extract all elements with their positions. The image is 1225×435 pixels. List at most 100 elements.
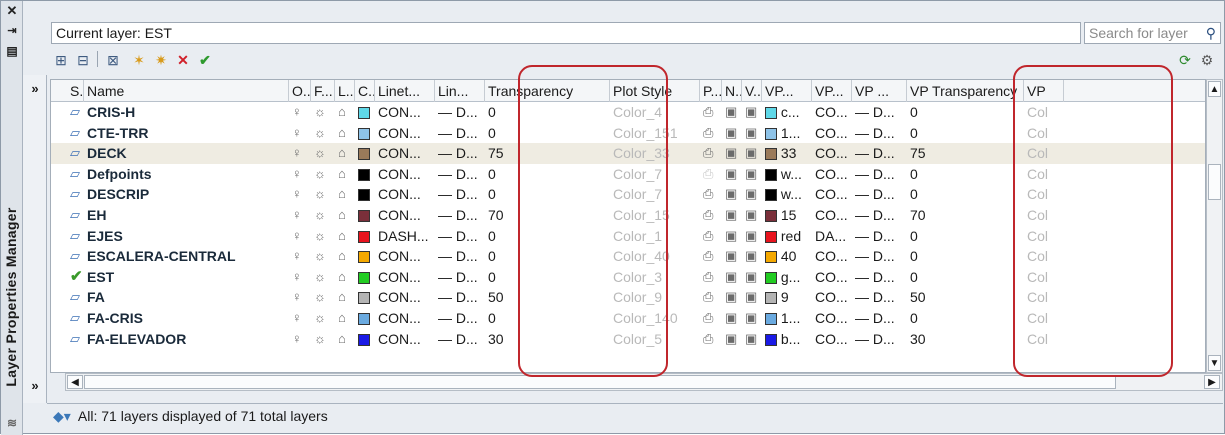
unlock-icon[interactable]: ⌂ [338,205,355,225]
new-vp-freeze-icon[interactable]: ▣ [725,164,742,184]
vp-lineweight-cell[interactable]: — D... [855,287,907,307]
plot-icon[interactable]: ⎙ [703,143,722,163]
layer-states-manager-icon[interactable]: ⊠ [103,50,123,70]
vp-color-cell[interactable]: red [765,226,812,246]
vp-linetype-cell[interactable]: CO... [815,287,852,307]
new-vp-freeze-icon[interactable]: ▣ [725,184,742,204]
linetype-cell[interactable]: CON... [378,164,435,184]
vp-transparency-cell[interactable]: 70 [910,205,1024,225]
column-header-color[interactable]: C... [355,80,375,102]
sun-icon[interactable]: ☼ [314,143,335,163]
color-swatch-box[interactable] [358,292,370,305]
column-header-linetype[interactable]: Linet... [375,80,435,102]
vp-transparency-cell[interactable]: 0 [910,267,1024,287]
layer-name[interactable]: Defpoints [87,164,289,184]
linetype-cell[interactable]: CON... [378,246,435,266]
color-swatch[interactable] [358,226,375,246]
lineweight-cell[interactable]: — D... [438,143,485,163]
light-bulb-icon[interactable]: ♀ [292,123,311,143]
light-bulb-icon[interactable]: ♀ [292,329,311,349]
layer-status-icon[interactable]: ▱ [70,226,84,246]
vp-color-swatch-box[interactable] [765,313,777,325]
new-group-filter-icon[interactable]: ⊟ [73,50,93,70]
layer-status-icon[interactable]: ▱ [70,205,84,225]
layer-status-icon[interactable]: ▱ [70,308,84,328]
vp-transparency-cell[interactable]: 0 [910,164,1024,184]
linetype-cell[interactable]: CON... [378,102,435,122]
linetype-cell[interactable]: CON... [378,184,435,204]
vp-linetype-cell[interactable]: CO... [815,267,852,287]
sun-icon[interactable]: ☼ [314,267,335,287]
linetype-cell[interactable]: CON... [378,123,435,143]
lineweight-cell[interactable]: — D... [438,184,485,204]
linetype-cell[interactable]: CON... [378,308,435,328]
sun-icon[interactable]: ☼ [314,205,335,225]
unlock-icon[interactable]: ⌂ [338,226,355,246]
plot-icon[interactable]: ⎙ [703,329,722,349]
vp-freeze-icon[interactable]: ▣ [745,184,762,204]
color-swatch-box[interactable] [358,148,370,161]
column-header-vp-color[interactable]: VP... [762,80,812,102]
unlock-icon[interactable]: ⌂ [338,246,355,266]
column-header-vp-freeze[interactable]: V... [742,80,762,102]
color-swatch[interactable] [358,123,375,143]
plot-icon[interactable]: ⎙ [703,308,722,328]
vp-lineweight-cell[interactable]: — D... [855,123,907,143]
color-swatch[interactable] [358,205,375,225]
layer-status-icon[interactable]: ▱ [70,143,84,163]
plot-icon[interactable]: ⎙ [703,287,722,307]
lineweight-cell[interactable]: — D... [438,164,485,184]
lineweight-cell[interactable]: — D... [438,246,485,266]
layer-name[interactable]: DECK [87,143,289,163]
layer-name[interactable]: EH [87,205,289,225]
layer-status-icon[interactable]: ▱ [70,184,84,204]
horizontal-scroll-thumb[interactable] [84,375,1116,389]
lineweight-cell[interactable]: — D... [438,329,485,349]
layer-status-icon[interactable]: ▱ [70,329,84,349]
vp-transparency-cell[interactable]: 30 [910,329,1024,349]
vp-linetype-cell[interactable]: CO... [815,308,852,328]
column-header-status[interactable]: S.. [67,80,84,102]
column-header-lineweight[interactable]: Lin... [435,80,485,102]
layer-name[interactable]: DESCRIP [87,184,289,204]
vp-color-swatch-box[interactable] [765,148,777,161]
plot-icon[interactable]: ⎙ [703,123,722,143]
vp-freeze-icon[interactable]: ▣ [745,246,762,266]
vp-color-swatch-box[interactable] [765,292,777,305]
color-swatch-box[interactable] [358,168,370,181]
scroll-left-icon[interactable]: ◀ [67,375,83,389]
layer-name[interactable]: CTE-TRR [87,123,289,143]
vp-color-cell[interactable]: 9 [765,287,812,307]
sun-icon[interactable]: ☼ [314,329,335,349]
sun-icon[interactable]: ☼ [314,287,335,307]
vp-lineweight-cell[interactable]: — D... [855,164,907,184]
close-icon[interactable]: ✕ [4,3,20,19]
color-swatch[interactable] [358,308,375,328]
color-swatch-box[interactable] [358,210,370,222]
light-bulb-icon[interactable]: ♀ [292,164,311,184]
column-header-vp-lineweight[interactable]: VP ... [852,80,907,102]
vp-freeze-icon[interactable]: ▣ [745,102,762,122]
new-vp-freeze-icon[interactable]: ▣ [725,102,742,122]
vp-linetype-cell[interactable]: CO... [815,184,852,204]
vp-color-swatch-box[interactable] [765,251,777,264]
new-vp-freeze-icon[interactable]: ▣ [725,267,742,287]
color-swatch-box[interactable] [358,271,370,284]
vp-freeze-icon[interactable]: ▣ [745,123,762,143]
unlock-icon[interactable]: ⌂ [338,164,355,184]
vp-transparency-cell[interactable]: 0 [910,246,1024,266]
color-swatch[interactable] [358,287,375,307]
vp-color-cell[interactable]: 40 [765,246,812,266]
sun-icon[interactable]: ☼ [314,102,335,122]
scroll-right-icon[interactable]: ▶ [1204,375,1220,389]
new-vp-freeze-icon[interactable]: ▣ [725,329,742,349]
light-bulb-icon[interactable]: ♀ [292,184,311,204]
expand-filter-tree-button[interactable]: » [25,79,45,99]
vp-color-cell[interactable]: c... [765,102,812,122]
sun-icon[interactable]: ☼ [314,246,335,266]
lineweight-cell[interactable]: — D... [438,102,485,122]
vp-linetype-cell[interactable]: CO... [815,246,852,266]
new-layer-vp-frozen-icon[interactable]: ✷ [151,50,171,70]
color-swatch[interactable] [358,164,375,184]
color-swatch-box[interactable] [358,127,370,140]
